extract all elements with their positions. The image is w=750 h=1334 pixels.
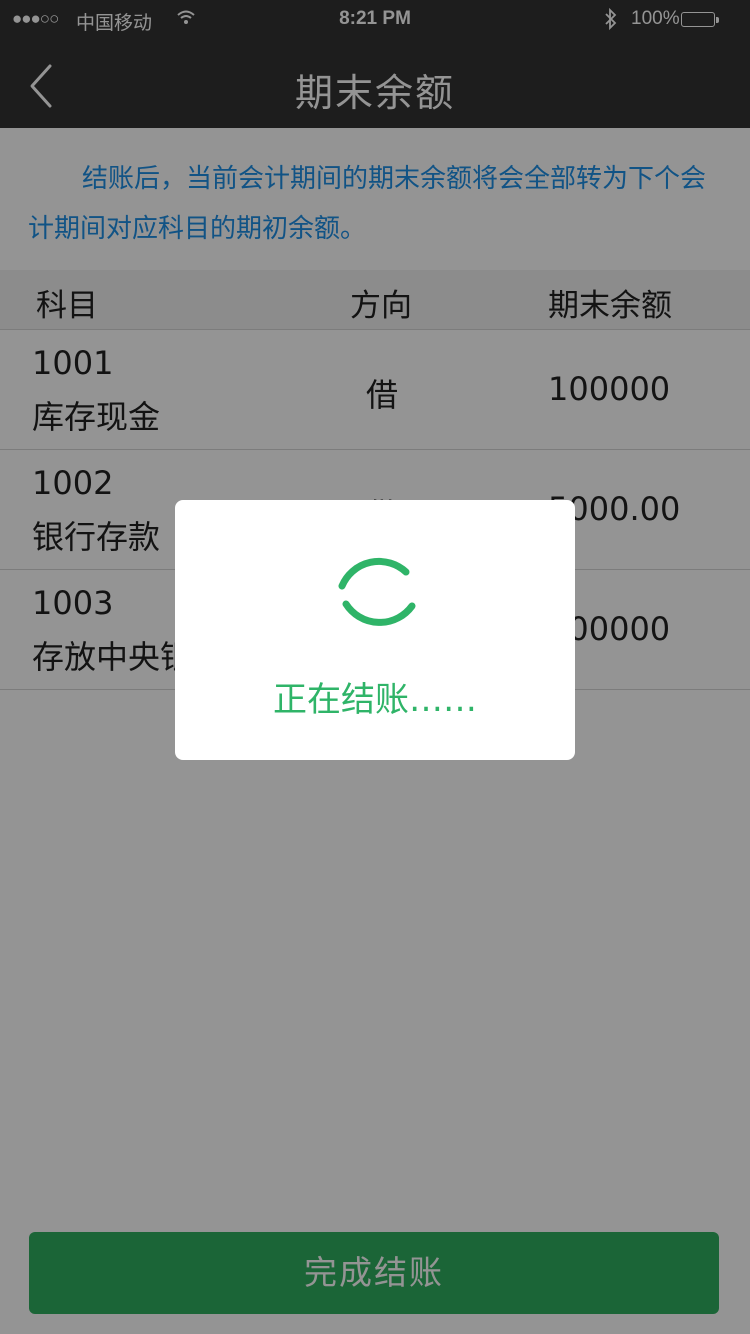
loading-message: 正在结账…… <box>273 680 477 720</box>
loading-dialog: 正在结账…… <box>175 500 575 760</box>
spinner-icon <box>338 557 416 626</box>
